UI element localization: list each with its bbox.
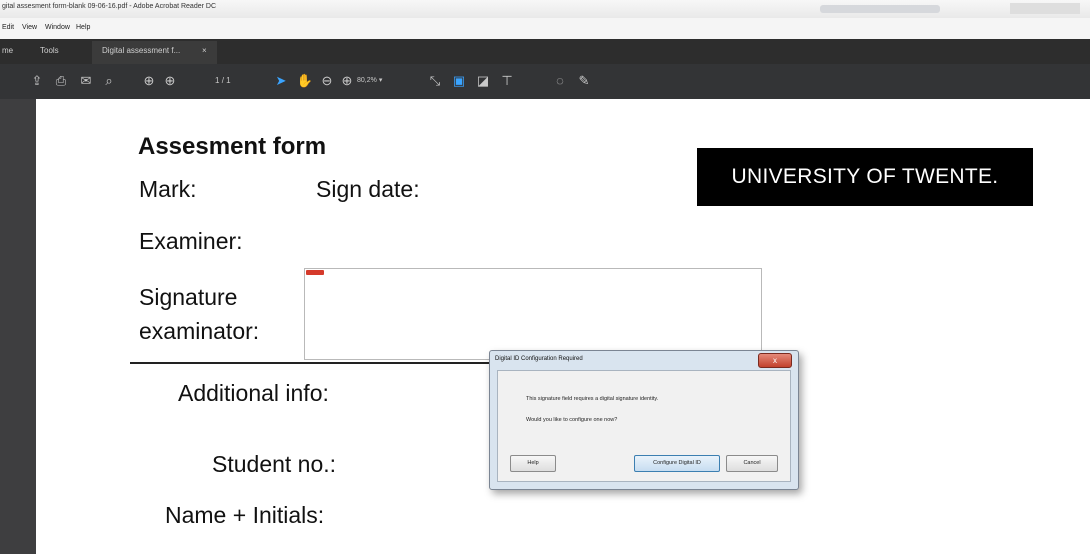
signature-flag-icon <box>306 270 324 275</box>
menu-bar: Edit View Window Help <box>0 18 1090 39</box>
window-controls[interactable] <box>1010 3 1080 14</box>
tab-document-label: Digital assessment f... <box>102 46 181 55</box>
menu-view[interactable]: View <box>22 24 37 31</box>
email-icon[interactable]: ✉ <box>77 72 95 90</box>
menu-help[interactable]: Help <box>76 24 90 31</box>
zoom-out-icon[interactable]: ⊖ <box>318 72 336 90</box>
print-icon[interactable]: ⎙ <box>52 72 70 90</box>
toolbar: ⇪ ⎙ ✉ ⌕ ⊕ ⊕ 1 / 1 ➤ ✋ ⊖ ⊕ 80,2% ▾ ⤡ ▣ ◪ … <box>0 64 1090 99</box>
next-page-icon[interactable]: ⊕ <box>161 72 179 90</box>
mark-label: Mark: <box>139 176 197 202</box>
title-bar-blurred-region <box>820 5 940 13</box>
name-initials-label: Name + Initials: <box>165 502 325 528</box>
university-logo: UNIVERSITY OF TWENTE. <box>697 148 1033 206</box>
select-pointer-icon[interactable]: ➤ <box>272 72 290 90</box>
menu-edit[interactable]: Edit <box>2 24 14 31</box>
dialog-message-1: This signature field requires a digital … <box>526 396 659 402</box>
tab-document[interactable]: Digital assessment f... × <box>92 41 217 64</box>
window-title-bar: gital assesment form-blank 09-06-16.pdf … <box>0 0 1090 19</box>
scroll-mode-icon[interactable]: ▣ <box>450 72 468 90</box>
zoom-value: 80,2% <box>357 77 377 84</box>
zoom-dropdown[interactable]: 80,2% ▾ <box>357 76 382 84</box>
comment-icon[interactable]: ◌ <box>551 72 569 90</box>
signature-field[interactable] <box>304 268 762 360</box>
tab-close-icon[interactable]: × <box>202 46 207 55</box>
form-heading: Assesment form <box>138 133 327 160</box>
navigation-pane <box>0 99 36 554</box>
tab-tools[interactable]: Tools <box>40 46 59 55</box>
dialog-message-2: Would you like to configure one now? <box>526 417 618 423</box>
digital-id-dialog: Digital ID Configuration Required x This… <box>489 350 799 490</box>
signature-label-line2: examinator: <box>139 318 260 344</box>
chevron-down-icon: ▾ <box>378 77 383 84</box>
additional-info-label: Additional info: <box>178 380 329 406</box>
upload-icon[interactable]: ⇪ <box>28 72 46 90</box>
menu-window[interactable]: Window <box>45 24 70 31</box>
dialog-title: Digital ID Configuration Required <box>495 356 583 362</box>
help-button[interactable]: Help <box>510 455 556 472</box>
page-current[interactable]: 1 <box>215 76 219 85</box>
close-icon[interactable]: x <box>758 353 792 368</box>
pen-icon[interactable]: ✎ <box>575 72 593 90</box>
fit-page-icon[interactable]: ⤡ <box>426 72 444 90</box>
window-title: gital assesment form-blank 09-06-16.pdf … <box>2 3 217 10</box>
signature-label-line1: Signature <box>139 284 238 310</box>
hand-tool-icon[interactable]: ✋ <box>296 72 314 90</box>
tab-home[interactable]: me <box>2 46 13 55</box>
search-icon[interactable]: ⌕ <box>100 72 118 90</box>
tab-bar: me Tools Digital assessment f... × <box>0 39 1090 64</box>
page-total: / 1 <box>221 76 231 85</box>
examiner-label: Examiner: <box>139 228 243 254</box>
configure-digital-id-button[interactable]: Configure Digital ID <box>634 455 720 472</box>
full-screen-icon[interactable]: ◪ <box>474 72 492 90</box>
page-indicator: 1 / 1 <box>215 76 231 85</box>
previous-page-icon[interactable]: ⊕ <box>140 72 158 90</box>
cancel-button[interactable]: Cancel <box>726 455 778 472</box>
zoom-in-icon[interactable]: ⊕ <box>338 72 356 90</box>
sign-date-label: Sign date: <box>316 176 420 202</box>
student-no-label: Student no.: <box>212 451 337 477</box>
dialog-body: This signature field requires a digital … <box>497 370 791 482</box>
read-mode-icon[interactable]: ⊤ <box>498 72 516 90</box>
